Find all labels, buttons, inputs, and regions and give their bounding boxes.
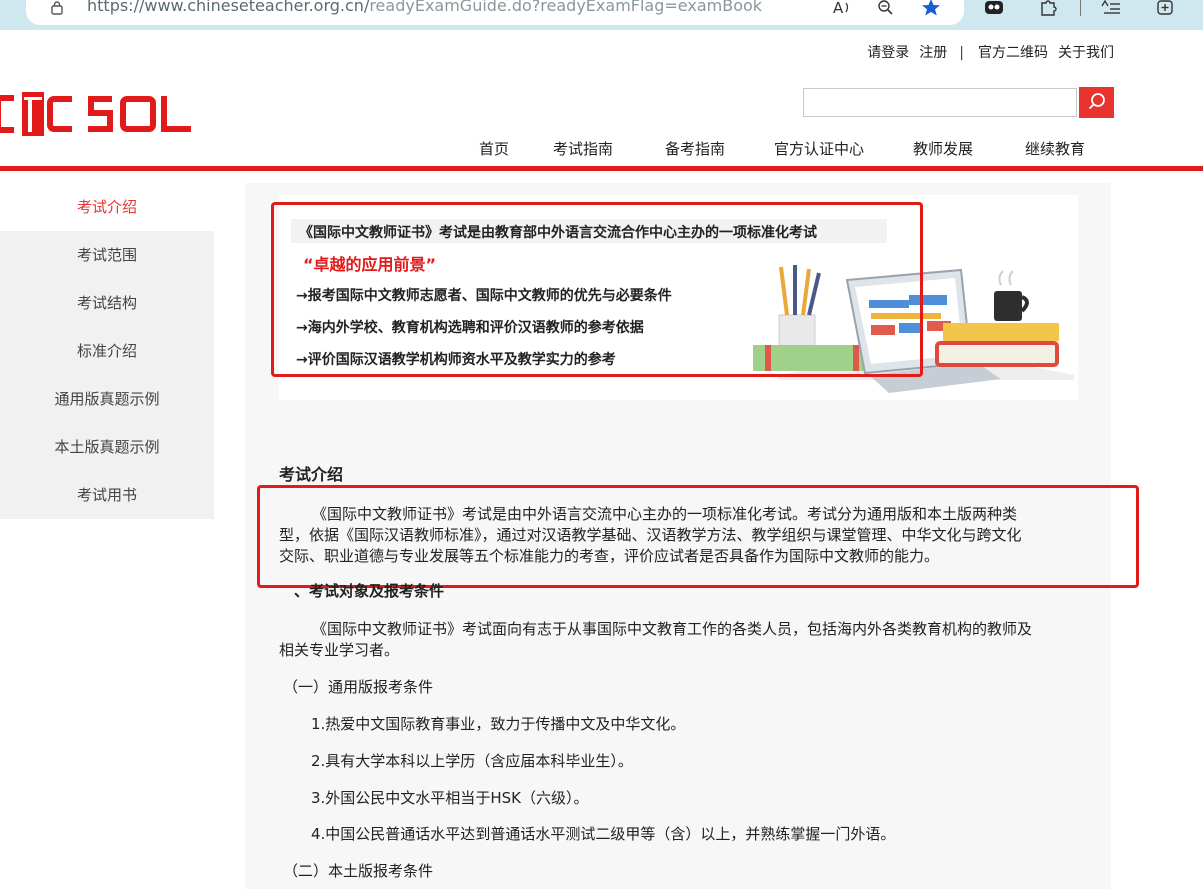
sidebar-item-general-samples[interactable]: 通用版真题示例 <box>0 375 214 423</box>
search-input[interactable] <box>803 88 1077 117</box>
puzzle-icon[interactable] <box>1039 0 1059 16</box>
sidebar-item-standard-intro[interactable]: 标准介绍 <box>0 327 214 375</box>
address-bar[interactable]: https://www.chineseteacher.org.cn/readyE… <box>26 0 964 25</box>
svg-text:A: A <box>833 0 844 16</box>
register-link[interactable]: 注册 <box>919 45 947 61</box>
favorite-star-icon[interactable] <box>920 0 942 16</box>
favorites-list-icon[interactable] <box>1100 0 1122 16</box>
about-link[interactable]: 关于我们 <box>1058 45 1114 61</box>
nav-underline <box>0 166 1203 171</box>
url-text: https://www.chineseteacher.org.cn/readyE… <box>87 0 763 15</box>
nav-certification-center[interactable]: 官方认证中心 <box>774 138 864 159</box>
sidebar-item-exam-structure[interactable]: 考试结构 <box>0 279 214 327</box>
search-icon <box>1088 93 1105 110</box>
sidebar-item-exam-books[interactable]: 考试用书 <box>0 471 214 519</box>
highlight-box <box>271 202 923 377</box>
qrcode-link[interactable]: 官方二维码 <box>978 45 1048 61</box>
subheading: （一）通用版报考条件 <box>283 678 434 696</box>
subsection-heading: 、考试对象及报考条件 <box>294 582 445 600</box>
list-item: 2.具有大学本科以上学历（含应届本科毕业生）。 <box>311 752 633 770</box>
read-aloud-icon[interactable]: A <box>833 0 853 16</box>
highlight-box <box>257 485 1139 588</box>
extension-icon[interactable] <box>983 0 1005 16</box>
top-links: 请登录 注册 | 官方二维码 关于我们 <box>857 42 1114 62</box>
lock-icon[interactable] <box>50 1 64 15</box>
collections-icon[interactable] <box>1155 0 1177 16</box>
ctcsol-logo[interactable] <box>0 92 217 136</box>
nav-home[interactable]: 首页 <box>479 138 509 159</box>
zoom-icon[interactable] <box>877 0 895 16</box>
sidebar-item-exam-intro[interactable]: 考试介绍 <box>0 183 214 231</box>
paragraph-line: 《国际中文教师证书》考试面向有志于从事国际中文教育工作的各类人员，包括海内外各类… <box>312 620 1033 638</box>
separator: | <box>959 45 964 61</box>
subheading: （二）本土版报考条件 <box>283 862 434 880</box>
nav-teacher-development[interactable]: 教师发展 <box>913 138 973 159</box>
login-link[interactable]: 请登录 <box>867 45 909 61</box>
section-heading: 考试介绍 <box>279 465 344 484</box>
list-item: 4.中国公民普通话水平达到普通话水平测试二级甲等（含）以上，并熟练掌握一门外语。 <box>311 825 896 843</box>
nav-continuing-education[interactable]: 继续教育 <box>1025 138 1085 159</box>
sidebar-item-local-samples[interactable]: 本土版真题示例 <box>0 423 214 471</box>
list-item: 3.外国公民中文水平相当于HSK（六级）。 <box>311 789 589 807</box>
sidebar: 考试介绍 考试范围 考试结构 标准介绍 通用版真题示例 本土版真题示例 考试用书 <box>0 183 214 519</box>
sidebar-item-exam-scope[interactable]: 考试范围 <box>0 231 214 279</box>
paragraph-line: 相关专业学习者。 <box>279 641 400 659</box>
toolbar-divider <box>1080 0 1081 16</box>
nav-prep-guide[interactable]: 备考指南 <box>665 138 725 159</box>
nav-exam-guide[interactable]: 考试指南 <box>553 138 613 159</box>
search-button[interactable] <box>1079 87 1114 118</box>
browser-toolbar: https://www.chineseteacher.org.cn/readyE… <box>0 0 1203 30</box>
list-item: 1.热爱中文国际教育事业，致力于传播中文及中华文化。 <box>311 715 686 733</box>
